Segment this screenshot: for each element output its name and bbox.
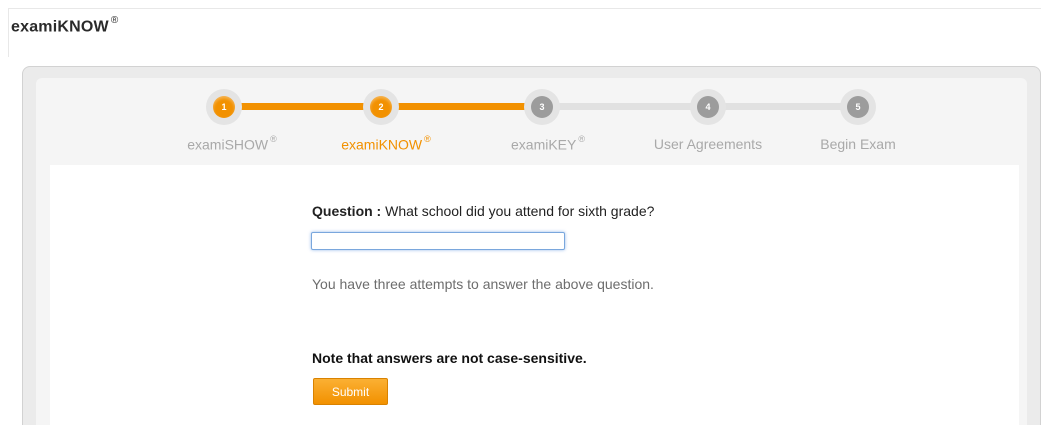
step-3-number: 3 xyxy=(531,96,553,118)
step-3-label: examiKEY ® xyxy=(511,134,585,153)
step-3-label-text: examiKEY xyxy=(511,136,577,153)
step-4-label-text: User Agreements xyxy=(653,136,763,152)
question-text: What school did you attend for sixth gra… xyxy=(385,203,655,219)
progress-stepper: 1 2 3 4 5 examiSHOW ® examiKNOW ® examiKEY… xyxy=(0,0,1041,165)
step-1-number: 1 xyxy=(213,96,235,118)
step-2-registered-mark: ® xyxy=(424,134,431,144)
step-4-number: 4 xyxy=(697,96,719,118)
step-1-registered-mark: ® xyxy=(270,134,277,144)
attempts-notice: You have three attempts to answer the ab… xyxy=(312,276,654,292)
answer-input[interactable] xyxy=(311,232,565,250)
step-4-indicator: 4 xyxy=(690,89,726,125)
step-5-label: Begin Exam xyxy=(820,136,895,152)
step-2-label-text: examiKNOW xyxy=(341,136,423,153)
step-2-label: examiKNOW ® xyxy=(341,134,431,153)
step-5-number: 5 xyxy=(847,96,869,118)
step-1-label-text: examiSHOW xyxy=(187,136,269,153)
step-4-label: User Agreements xyxy=(654,136,762,152)
step-2-number: 2 xyxy=(370,96,392,118)
submit-button[interactable]: Submit xyxy=(313,378,388,405)
case-sensitivity-note: Note that answers are not case-sensitive… xyxy=(312,350,587,366)
question-label: Question : xyxy=(312,203,382,219)
page: examiKNOW ® 1 2 3 4 5 examiSHOW ® examiKNO… xyxy=(0,0,1041,425)
step-5-indicator: 5 xyxy=(840,89,876,125)
step-1-indicator: 1 xyxy=(206,89,242,125)
step-1-label: examiSHOW ® xyxy=(187,134,277,153)
step-3-registered-mark: ® xyxy=(578,134,585,144)
step-5-label-text: Begin Exam xyxy=(820,136,896,152)
step-2-indicator: 2 xyxy=(363,89,399,125)
question-line: Question : What school did you attend fo… xyxy=(312,203,654,219)
step-3-indicator: 3 xyxy=(524,89,560,125)
